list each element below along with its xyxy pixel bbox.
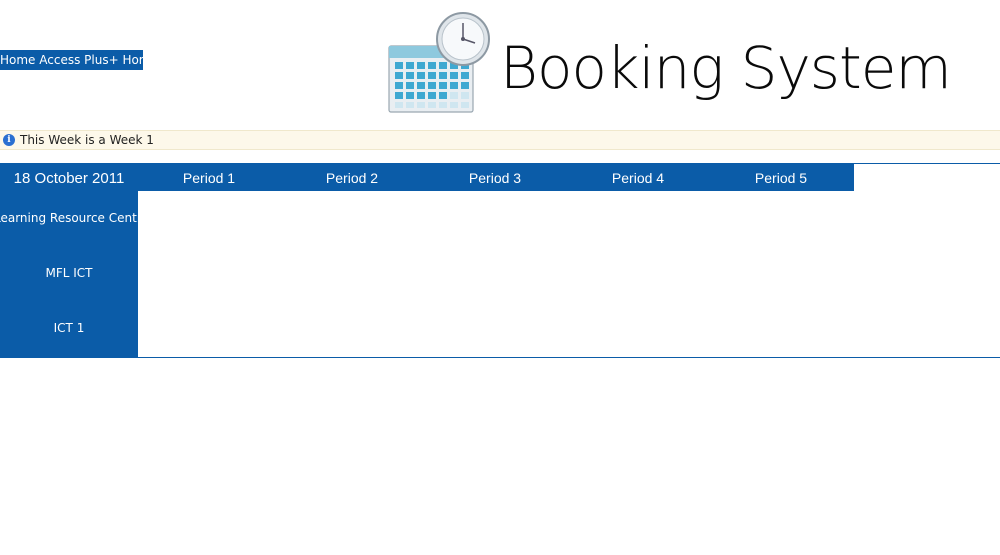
period-header-5[interactable]: Period 5: [710, 164, 852, 191]
booking-grid-header: 18 October 2011 Period 1 Period 2 Period…: [0, 164, 854, 191]
booking-grid: [0, 163, 1000, 358]
calendar-clock-icon: [388, 12, 490, 113]
period-header-2[interactable]: Period 2: [281, 164, 423, 191]
room-ict-1[interactable]: ICT 1: [0, 301, 138, 356]
period-header-1[interactable]: Period 1: [138, 164, 280, 191]
period-header-4[interactable]: Period 4: [567, 164, 709, 191]
info-bar: i This Week is a Week 1: [0, 130, 1000, 150]
room-column: Learning Resource Centre I MFL ICT ICT 1: [0, 191, 138, 357]
room-mfl-ict[interactable]: MFL ICT: [0, 246, 138, 301]
week-info-text: This Week is a Week 1: [20, 133, 154, 147]
info-icon: i: [3, 134, 15, 146]
home-link[interactable]: Home Access Plus+ Home: [0, 50, 143, 70]
room-learning-resource-centre[interactable]: Learning Resource Centre I: [0, 191, 138, 246]
page-title: Booking System: [500, 34, 952, 102]
period-header-3[interactable]: Period 3: [424, 164, 566, 191]
booking-date[interactable]: 18 October 2011: [0, 164, 138, 191]
